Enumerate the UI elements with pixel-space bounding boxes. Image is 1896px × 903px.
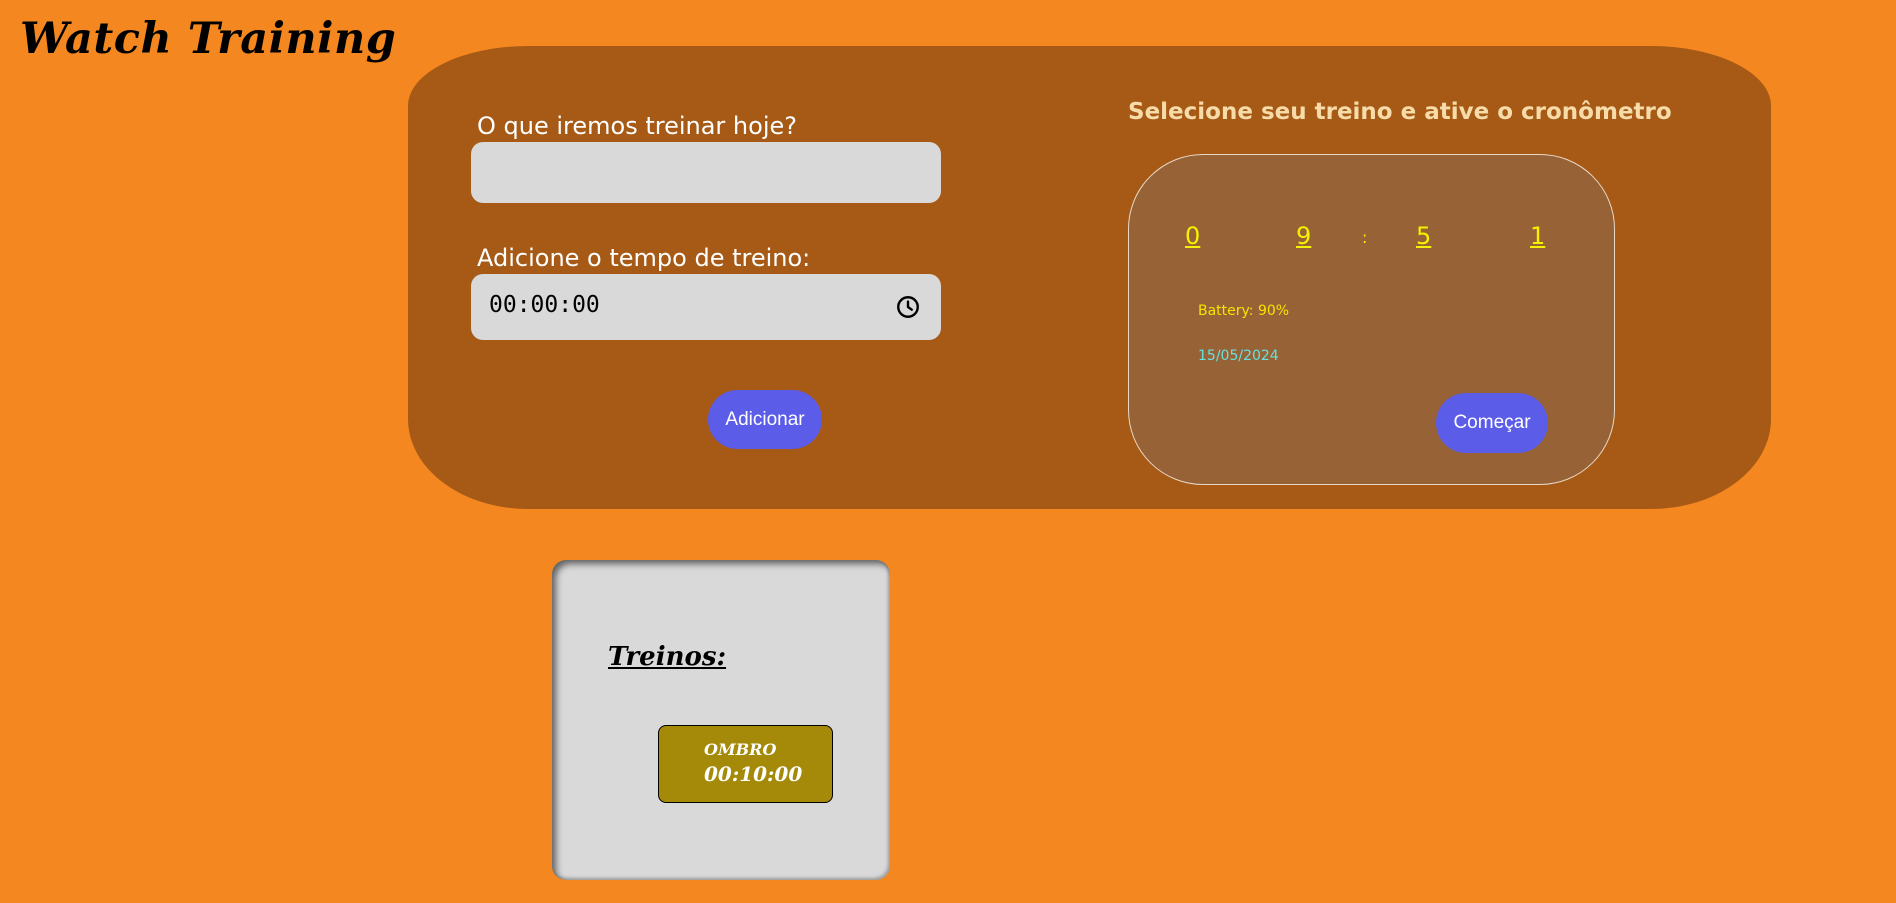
time-input-value: 00:00:00 [489,292,600,318]
timer-separator: : [1362,228,1368,247]
watch-heading: Selecione seu treino e ative o cronômetr… [1128,99,1672,125]
workout-input[interactable] [471,142,941,203]
timer-digit-minute-tens[interactable]: 5 [1416,222,1431,250]
time-label: Adicione o tempo de treino: [477,244,811,272]
workout-item-name: OMBRO [704,740,777,759]
start-button[interactable]: Começar [1436,393,1548,453]
clock-icon[interactable] [895,294,921,320]
app-title: Watch Training [20,14,397,64]
workouts-heading: Treinos: [608,642,727,672]
workout-item-time: 00:10:00 [704,762,803,786]
add-button[interactable]: Adicionar [708,390,822,449]
workouts-card [552,560,890,880]
timer-digit-minute-ones[interactable]: 1 [1530,222,1545,250]
workout-item[interactable]: OMBRO 00:10:00 [658,725,833,803]
timer-digit-hour-ones[interactable]: 9 [1296,222,1311,250]
timer-digit-hour-tens[interactable]: 0 [1185,222,1200,250]
date-display: 15/05/2024 [1198,348,1279,364]
workout-label: O que iremos treinar hoje? [477,112,797,140]
time-input[interactable]: 00:00:00 [471,274,941,340]
battery-status: Battery: 90% [1198,303,1290,319]
